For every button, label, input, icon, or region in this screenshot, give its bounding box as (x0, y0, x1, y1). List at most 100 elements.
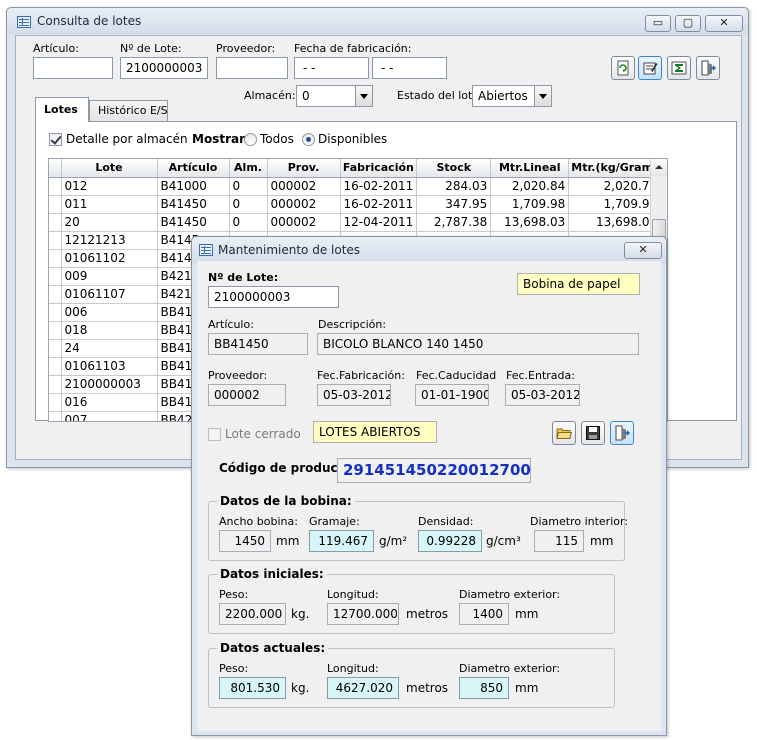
close-button[interactable]: ✕ (624, 242, 662, 259)
table-cell[interactable]: 01061103 (61, 357, 158, 376)
row-indicator[interactable] (49, 321, 62, 340)
edit-form-icon (643, 62, 658, 75)
table-cell[interactable]: 000002 (267, 213, 341, 232)
table-row[interactable]: 20 B41450 0 000002 12-04-2011 2,787.38 13,698.… (49, 213, 662, 232)
table-cell[interactable]: 0 (229, 177, 268, 196)
row-indicator[interactable] (49, 231, 62, 250)
table-cell[interactable]: 1,709.98 (490, 195, 570, 214)
table-cell[interactable]: 009 (61, 267, 158, 286)
gramaje-label: Gramaje: (309, 515, 360, 528)
row-indicator[interactable] (49, 303, 62, 322)
ancho-bobina-unit: mm (276, 534, 300, 548)
table-cell[interactable]: 01061107 (61, 285, 158, 304)
table-cell[interactable]: 006 (61, 303, 158, 322)
lote-cerrado-checkbox[interactable] (208, 428, 221, 441)
column-header[interactable]: Stock (416, 159, 492, 178)
mant-lote-input[interactable]: 2100000003 (208, 286, 339, 308)
articulo-filter-input[interactable] (33, 57, 113, 79)
table-cell[interactable]: 284.03 (416, 177, 492, 196)
table-cell[interactable]: 0 (229, 195, 268, 214)
maximize-button[interactable]: ▢ (675, 15, 701, 32)
row-indicator[interactable] (49, 393, 62, 412)
detalle-almacen-checkbox[interactable] (49, 133, 62, 146)
row-indicator[interactable] (49, 195, 62, 214)
table-cell[interactable]: 0 (229, 213, 268, 232)
table-cell[interactable]: 24 (61, 339, 158, 358)
consulta-title-bar[interactable]: Consulta de lotes ▭ ▢ ✕ (7, 8, 748, 34)
table-cell[interactable]: 13,698.02 (568, 213, 662, 232)
table-cell[interactable]: 2,020.84 (490, 177, 570, 196)
table-cell[interactable]: 018 (61, 321, 158, 340)
radio-todos-label[interactable]: Todos (260, 132, 294, 146)
row-indicator[interactable] (49, 249, 62, 268)
column-header[interactable]: Mtr.Lineal (490, 159, 570, 178)
almacen-select[interactable]: 0 (296, 85, 373, 107)
table-cell[interactable]: 012 (61, 177, 158, 196)
table-cell[interactable]: 347.95 (416, 195, 492, 214)
estado-lote-select[interactable]: Abiertos (472, 85, 552, 107)
table-cell[interactable]: 1,709.93 (568, 195, 662, 214)
exit-button[interactable] (610, 421, 634, 445)
exit-button[interactable] (696, 56, 720, 80)
radio-todos[interactable] (244, 133, 257, 146)
densidad-unit: g/cm³ (486, 534, 521, 548)
column-header[interactable]: Fabricación (340, 159, 418, 178)
table-row[interactable]: 012 B41000 0 000002 16-02-2011 284.03 2,020.84… (49, 177, 662, 196)
detalle-almacen-label[interactable]: Detalle por almacén (66, 132, 188, 146)
row-indicator-header (49, 159, 62, 178)
table-cell[interactable]: 12121213 (61, 231, 158, 250)
tab-lotes[interactable]: Lotes (35, 97, 89, 122)
refresh-button[interactable] (611, 56, 635, 80)
row-indicator[interactable] (49, 213, 62, 232)
minimize-button[interactable]: ▭ (645, 15, 671, 32)
radio-disponibles-label[interactable]: Disponibles (318, 132, 387, 146)
codigo-producto-field: 291451450220012700 (337, 458, 531, 483)
edit-form-button[interactable] (638, 56, 662, 80)
open-folder-button[interactable] (552, 421, 576, 445)
table-cell[interactable]: B41450 (157, 195, 230, 214)
table-cell[interactable]: 13,698.03 (490, 213, 570, 232)
row-indicator[interactable] (49, 375, 62, 394)
mantenimiento-title-bar[interactable]: Mantenimiento de lotes ✕ (192, 237, 666, 263)
save-button[interactable] (581, 421, 605, 445)
fecha-hasta-input[interactable]: - - (372, 57, 447, 79)
table-cell[interactable]: 000002 (267, 177, 341, 196)
table-cell[interactable]: 01061102 (61, 249, 158, 268)
table-cell[interactable]: 2100000003 (61, 375, 158, 394)
column-header[interactable]: Mtr.(kg/Gram) (568, 159, 662, 178)
tab-historico[interactable]: Histórico E/S (89, 100, 168, 122)
row-indicator[interactable] (49, 357, 62, 376)
table-cell[interactable]: 16-02-2011 (340, 177, 418, 196)
table-cell[interactable]: 20 (61, 213, 158, 232)
lote-filter-input[interactable]: 2100000003 (120, 57, 208, 79)
row-indicator[interactable] (49, 177, 62, 196)
radio-disponibles[interactable] (302, 133, 315, 146)
table-cell[interactable]: 2,020.75 (568, 177, 662, 196)
sum-button[interactable] (667, 56, 691, 80)
row-indicator[interactable] (49, 267, 62, 286)
diametro-exterior-inicial-field: 1400 (459, 603, 509, 625)
fecha-desde-input[interactable]: - - (294, 57, 369, 79)
column-header[interactable]: Artículo (157, 159, 230, 178)
column-header[interactable]: Alm. (229, 159, 268, 178)
table-cell[interactable]: 016 (61, 393, 158, 412)
table-cell[interactable]: B41000 (157, 177, 230, 196)
chevron-down-icon[interactable] (534, 86, 551, 106)
close-button[interactable]: ✕ (705, 15, 743, 32)
row-indicator[interactable] (49, 411, 62, 421)
table-cell[interactable]: B41450 (157, 213, 230, 232)
table-row[interactable]: 011 B41450 0 000002 16-02-2011 347.95 1,709.98… (49, 195, 662, 214)
column-header[interactable]: Lote (61, 159, 158, 178)
table-cell[interactable]: 000002 (267, 195, 341, 214)
proveedor-filter-input[interactable] (216, 57, 288, 79)
scroll-up-icon[interactable] (651, 159, 667, 176)
table-cell[interactable]: 011 (61, 195, 158, 214)
column-header[interactable]: Prov. (267, 159, 341, 178)
chevron-down-icon[interactable] (355, 86, 372, 106)
table-cell[interactable]: 12-04-2011 (340, 213, 418, 232)
table-cell[interactable]: 2,787.38 (416, 213, 492, 232)
table-cell[interactable]: 16-02-2011 (340, 195, 418, 214)
table-cell[interactable]: 007 (61, 411, 158, 421)
row-indicator[interactable] (49, 285, 62, 304)
row-indicator[interactable] (49, 339, 62, 358)
